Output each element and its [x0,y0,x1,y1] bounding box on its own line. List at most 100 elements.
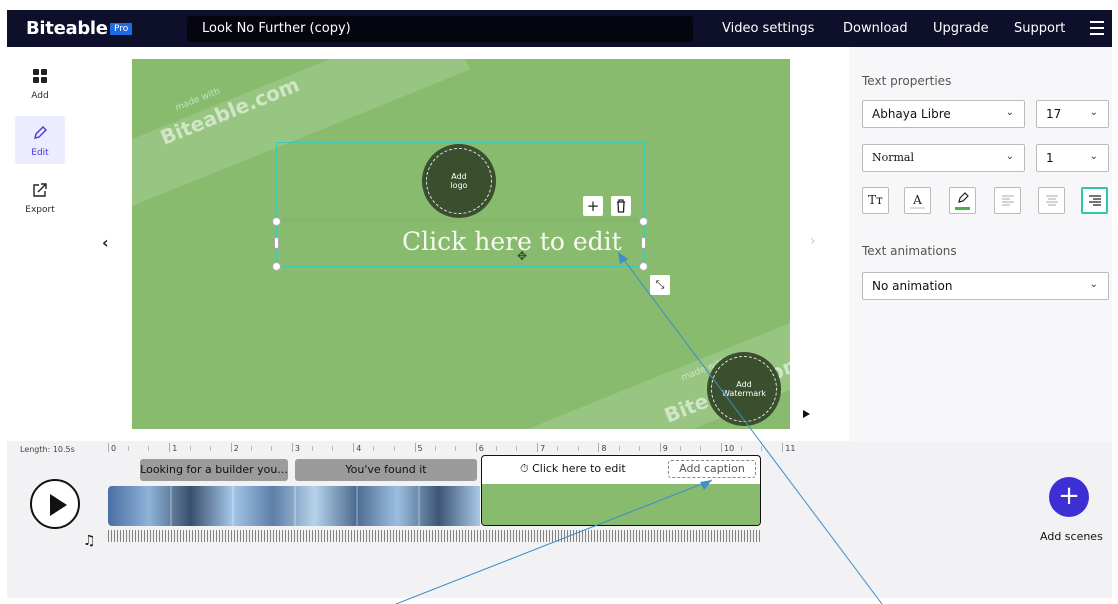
clip-caption-1[interactable]: Looking for a builder you... [140,459,288,481]
resize-handle-right[interactable] [641,237,646,249]
grid-icon [33,69,47,83]
text-case-icon[interactable]: Tт [862,187,889,214]
nav-support[interactable]: Support [1014,21,1065,36]
ruler-minor-tick [577,446,579,451]
rail-label-add: Add [31,91,49,101]
properties-panel: Text properties Abhaya Libre ⌄ 17 ⌄ Norm… [849,47,1112,441]
chevron-down-icon: ⌄ [1005,107,1014,118]
font-style-value: Normal [872,151,915,164]
ruler-minor-tick [618,446,620,451]
ruler-tick [598,443,600,452]
music-note-icon[interactable]: ♫ [83,533,96,549]
text-color-icon[interactable]: A [904,187,931,214]
move-icon[interactable]: ✥ [517,249,527,263]
ruler-tick [291,443,293,452]
trash-icon[interactable] [611,196,631,216]
add-scenes-button[interactable]: + [1049,477,1089,517]
text-animations-title: Text animations [862,244,957,258]
pro-badge: Pro [110,23,133,35]
rail-add[interactable]: Add [15,59,65,107]
brand-logo[interactable]: Biteable [26,18,108,39]
play-button[interactable] [30,479,80,529]
ruler-tick-label: 0 [111,444,117,453]
ruler-tick-label: 11 [785,444,796,453]
hamburger-icon[interactable] [1090,21,1104,35]
chevron-down-icon: ⌄ [1089,107,1098,118]
resize-handle-bl[interactable] [272,262,281,271]
top-bar: Biteable Pro Look No Further (copy) Vide… [7,10,1112,47]
timeline: Length: 10.5s Looking for a builder you.… [7,441,1112,598]
ruler-tick [353,443,355,452]
clip-thumbnails[interactable] [108,486,480,526]
resize-handle-tr[interactable] [639,217,648,226]
resize-handle-left[interactable] [274,237,279,249]
chevron-left-icon[interactable]: ‹ [102,233,109,252]
project-title-field[interactable]: Look No Further (copy) [187,16,693,42]
ruler-tick [169,443,171,452]
font-family-select[interactable]: Abhaya Libre ⌄ [862,100,1025,128]
export-icon [33,183,47,197]
rail-label-edit: Edit [31,148,49,158]
active-clip-caption: ⏱ Click here to edit [520,462,626,475]
ruler-tick [475,443,477,452]
clip-caption-2[interactable]: You've found it [295,459,477,481]
align-right-icon[interactable] [1081,187,1108,214]
ruler-tick-label: 9 [662,444,668,453]
highlight-color-bar [955,207,970,210]
ruler-tick [230,443,232,452]
add-caption-button[interactable]: Add caption [668,460,756,478]
ruler-minor-tick [679,446,681,451]
add-logo-badge[interactable]: Add logo [422,144,496,218]
plus-icon[interactable]: + [583,196,603,216]
ruler-tick [537,443,539,452]
resize-icon[interactable]: ⤡ [650,275,670,295]
chevron-right-icon[interactable]: › [810,233,816,249]
audio-waveform[interactable] [108,530,760,542]
nav-video-settings[interactable]: Video settings [722,21,814,36]
font-size-select[interactable]: 17 ⌄ [1036,100,1109,128]
ruler-tick-label: 10 [724,444,735,453]
nav-download[interactable]: Download [843,21,908,36]
ruler-minor-tick [312,446,314,451]
font-style-select[interactable]: Normal ⌄ [862,144,1025,172]
canvas-text[interactable]: Click here to edit [402,227,622,256]
active-clip[interactable]: ⏱ Click here to edit Add caption [481,455,761,526]
rail-edit[interactable]: Edit [15,116,65,164]
resize-handle-tl[interactable] [272,217,281,226]
add-watermark-badge[interactable]: Add Watermark [707,352,781,426]
ruler-minor-tick [128,446,130,451]
line-height-value: 1 [1046,151,1054,165]
chevron-down-icon: ⌄ [1089,279,1098,290]
nav-upgrade[interactable]: Upgrade [933,21,989,36]
length-label: Length: 10.5s [20,445,75,454]
ruler-minor-tick [557,446,559,451]
rail-label-export: Export [25,205,55,215]
ruler-tick [414,443,416,452]
clock-icon: ⏱ [520,462,533,475]
align-left-icon[interactable] [994,187,1021,214]
align-center-icon[interactable] [1038,187,1065,214]
font-family-value: Abhaya Libre [872,107,951,121]
active-clip-thumbnail [482,484,760,525]
ruler-tick-label: 2 [233,444,239,453]
line-height-select[interactable]: 1 ⌄ [1036,144,1109,172]
ruler-minor-tick [700,446,702,451]
font-size-value: 17 [1046,107,1062,121]
ruler-minor-tick [209,446,211,451]
app-root: Biteable Pro Look No Further (copy) Vide… [0,0,1118,604]
ruler-minor-tick [761,446,763,451]
text-properties-title: Text properties [862,74,952,88]
ruler-minor-tick [393,446,395,451]
play-preview-icon[interactable] [803,410,810,418]
ruler-tick-label: 7 [540,444,546,453]
pencil-icon [34,126,47,139]
chevron-down-icon: ⌄ [1005,151,1014,162]
video-canvas[interactable]: made with Biteable.com made with Biteabl… [132,59,790,429]
ruler-tick [721,443,722,452]
highlight-icon[interactable] [949,187,976,214]
resize-handle-br[interactable] [639,262,648,271]
ruler-tick-label: 3 [294,444,300,453]
animation-select[interactable]: No animation ⌄ [862,272,1109,300]
rail-export[interactable]: Export [15,173,65,221]
add-scenes-label: Add scenes [1040,530,1103,543]
